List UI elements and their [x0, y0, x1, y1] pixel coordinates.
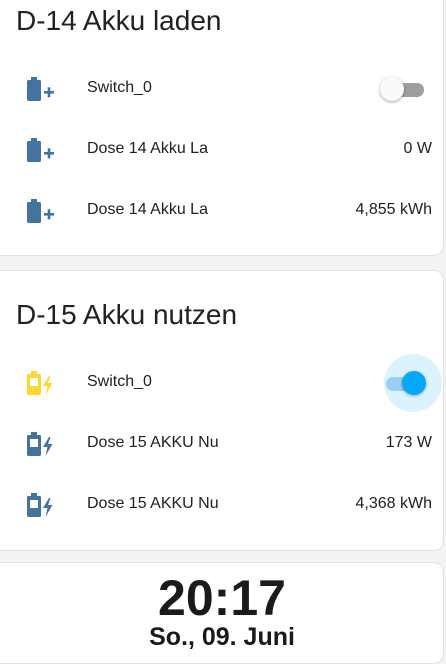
toggle-switch[interactable] — [380, 77, 428, 101]
clock-time: 20:17 — [158, 570, 286, 626]
battery-charging-icon — [27, 371, 53, 395]
toggle-switch[interactable] — [380, 354, 442, 412]
entity-row-switch[interactable]: Switch_0 — [0, 354, 444, 412]
battery-plus-icon — [27, 77, 54, 101]
card-d14-akku-laden: D-14 Akku laden Switch_0 Dose 14 Akku La… — [0, 0, 444, 256]
entity-label: Switch_0 — [87, 373, 152, 390]
clock-date: So., 09. Juni — [149, 623, 295, 651]
entity-value: 4,855 kWh — [355, 201, 432, 218]
entity-value: 4,368 kWh — [355, 495, 432, 512]
clock-card: 20:17 So., 09. Juni — [0, 562, 444, 664]
battery-plus-icon — [27, 138, 54, 162]
entity-value: 173 W — [385, 434, 432, 451]
entity-row-switch[interactable]: Switch_0 — [0, 69, 444, 109]
battery-charging-icon — [27, 432, 53, 456]
entity-value: 0 W — [403, 140, 432, 157]
entity-row-power[interactable]: Dose 15 AKKU Nu 173 W — [0, 424, 444, 464]
entity-label: Switch_0 — [87, 79, 152, 96]
toggle-knob — [380, 77, 404, 101]
battery-charging-icon — [27, 493, 53, 517]
toggle-knob — [402, 371, 426, 395]
card-title: D-14 Akku laden — [16, 5, 222, 36]
entity-row-energy[interactable]: Dose 15 AKKU Nu 4,368 kWh — [0, 485, 444, 525]
entity-label: Dose 14 Akku La — [87, 201, 208, 218]
entity-label: Dose 15 AKKU Nu — [87, 495, 219, 512]
entity-row-energy[interactable]: Dose 14 Akku La 4,855 kWh — [0, 191, 444, 231]
card-d15-akku-nutzen: D-15 Akku nutzen Switch_0 Dose 15 AKKU N… — [0, 270, 444, 551]
entity-label: Dose 14 Akku La — [87, 140, 208, 157]
entity-label: Dose 15 AKKU Nu — [87, 434, 219, 451]
battery-plus-icon — [27, 199, 54, 223]
card-title: D-15 Akku nutzen — [16, 299, 238, 330]
entity-row-power[interactable]: Dose 14 Akku La 0 W — [0, 130, 444, 170]
